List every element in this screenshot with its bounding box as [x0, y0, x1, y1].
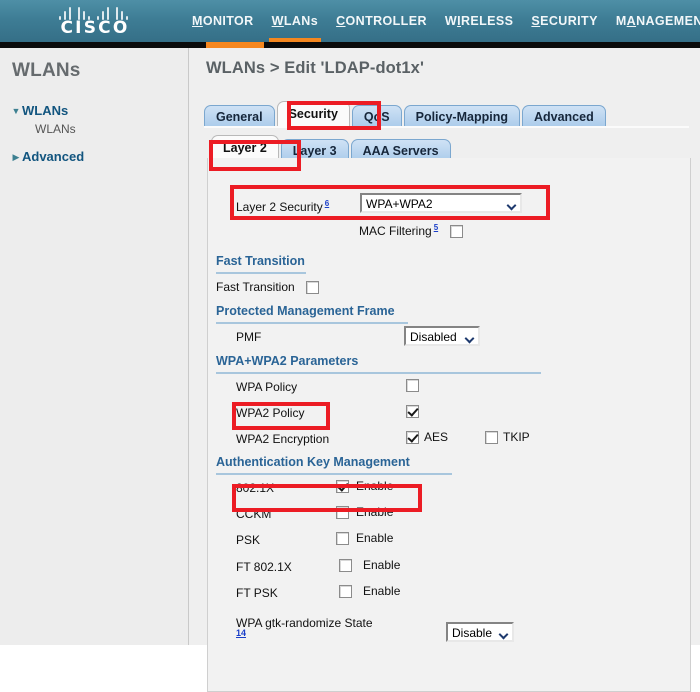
wpa-params-section-heading: WPA+WPA2 Parameters: [216, 354, 359, 368]
sidebar-title: WLANs: [12, 60, 81, 81]
akm-psk-enable-label: Enable: [356, 531, 394, 545]
gtk-randomize-label: WPA gtk-randomize State: [236, 616, 373, 630]
wpa-params-rule: [216, 372, 541, 374]
top-navigation-bar: CISCO MONITOR WLANs CONTROLLER WIRELESS SECU…: [0, 0, 700, 42]
fast-transition-row: Fast Transition: [216, 277, 320, 297]
pmf-section-heading: Protected Management Frame: [216, 304, 395, 318]
pmf-label: PMF: [236, 330, 262, 344]
main-nav: MONITOR WLANs CONTROLLER WIRELESS SECURITY MA…: [183, 0, 700, 42]
akm-section-heading: Authentication Key Management: [216, 455, 410, 469]
pmf-select[interactable]: Disabled: [404, 326, 480, 346]
chevron-right-icon: ▶: [12, 151, 20, 162]
nav-item-controller[interactable]: CONTROLLER: [327, 0, 436, 42]
content-area: WLANs > Edit 'LDAP-dot1x' General Securit…: [189, 48, 700, 692]
sidebar-item-advanced[interactable]: ▶ Advanced: [10, 146, 180, 166]
sidebar: WLANs ▼ WLANs WLANs ▶ Advanced: [0, 48, 189, 645]
mac-filtering-row: MAC Filtering 5: [359, 218, 464, 239]
fast-transition-checkbox[interactable]: [306, 281, 320, 295]
sidebar-subitem-wlans[interactable]: WLANs: [35, 120, 180, 139]
nav-item-wlans[interactable]: WLANs: [263, 0, 327, 42]
akm-ft-psk-label: FT PSK: [236, 586, 278, 600]
akm-ft-dot1x-checkbox[interactable]: [339, 559, 352, 572]
page-title: WLANs > Edit 'LDAP-dot1x': [206, 59, 424, 77]
annotation-layer2-subtab: [209, 140, 301, 171]
akm-ft-dot1x-enable-label: Enable: [363, 558, 401, 572]
mac-filtering-footnote[interactable]: 5: [434, 223, 438, 232]
mac-filtering-label: MAC Filtering: [359, 224, 432, 238]
akm-psk-label: PSK: [236, 533, 261, 547]
akm-rule: [216, 473, 452, 475]
wpa-policy-label: WPA Policy: [236, 380, 298, 394]
wpa-policy-row: WPA Policy: [236, 377, 297, 397]
akm-psk-checkbox[interactable]: [336, 532, 349, 545]
wpa2-encryption-tkip-checkbox[interactable]: [485, 431, 498, 444]
fast-transition-rule: [216, 272, 306, 274]
tab-advanced[interactable]: Advanced: [521, 105, 606, 128]
pmf-row: PMF: [236, 327, 261, 347]
nav-item-monitor[interactable]: MONITOR: [183, 0, 263, 42]
cisco-wlc-window: CISCO MONITOR WLANs CONTROLLER WIRELESS SECU…: [0, 0, 700, 692]
annotation-layer2-security-row: [230, 185, 550, 220]
akm-ft-psk-enable-label: Enable: [363, 584, 401, 598]
wpa-policy-checkbox[interactable]: [406, 379, 419, 392]
tab-general[interactable]: General: [204, 105, 275, 128]
wpa2-encryption-tkip-label: TKIP: [503, 430, 530, 444]
fast-transition-label: Fast Transition: [216, 280, 295, 294]
nav-item-management[interactable]: MANAGEMENT: [607, 0, 700, 42]
sidebar-item-wlans-label[interactable]: WLANs: [22, 101, 68, 121]
akm-row-ft-psk: FT PSK: [236, 583, 278, 603]
akm-row-ft-dot1x: FT 802.1X: [236, 557, 292, 577]
wpa2-encryption-label: WPA2 Encryption: [236, 432, 330, 446]
cisco-logo: CISCO: [35, 2, 155, 42]
chevron-down-icon: ▼: [11, 105, 21, 116]
wpa2-encryption-aes-checkbox[interactable]: [406, 431, 419, 444]
akm-row-psk: PSK: [236, 530, 260, 550]
sidebar-tree: ▼ WLANs WLANs ▶ Advanced: [10, 100, 180, 166]
wpa2-policy-checkbox[interactable]: [406, 405, 419, 418]
sidebar-item-wlans[interactable]: ▼ WLANs: [10, 100, 180, 120]
nav-item-security[interactable]: SECURITY: [522, 0, 606, 42]
akm-ft-dot1x-label: FT 802.1X: [236, 560, 292, 574]
wpa2-encryption-row: WPA2 Encryption: [236, 429, 329, 449]
annotation-wpa2-policy-label: [232, 402, 330, 430]
gtk-randomize-row: WPA gtk-randomize State: [236, 613, 373, 633]
mac-filtering-checkbox[interactable]: [450, 225, 464, 239]
wpa2-encryption-aes-label: AES: [424, 430, 449, 444]
fast-transition-section-heading: Fast Transition: [216, 254, 305, 268]
nav-item-wireless[interactable]: WIRELESS: [436, 0, 523, 42]
main-tabs: General Security QoS Policy-Mapping Advanced: [204, 101, 608, 128]
annotation-dot1x-row: [232, 484, 422, 512]
pmf-rule: [216, 322, 408, 324]
sidebar-item-advanced-label[interactable]: Advanced: [22, 147, 84, 167]
akm-ft-psk-checkbox[interactable]: [339, 585, 352, 598]
annotation-security-tab: [287, 101, 381, 130]
tab-strip-divider: [204, 126, 689, 128]
cisco-wordmark: CISCO: [60, 18, 130, 38]
tab-policy-mapping[interactable]: Policy-Mapping: [403, 105, 520, 128]
gtk-randomize-select[interactable]: Disable: [446, 622, 514, 642]
gtk-randomize-footnote[interactable]: 14: [236, 628, 246, 638]
